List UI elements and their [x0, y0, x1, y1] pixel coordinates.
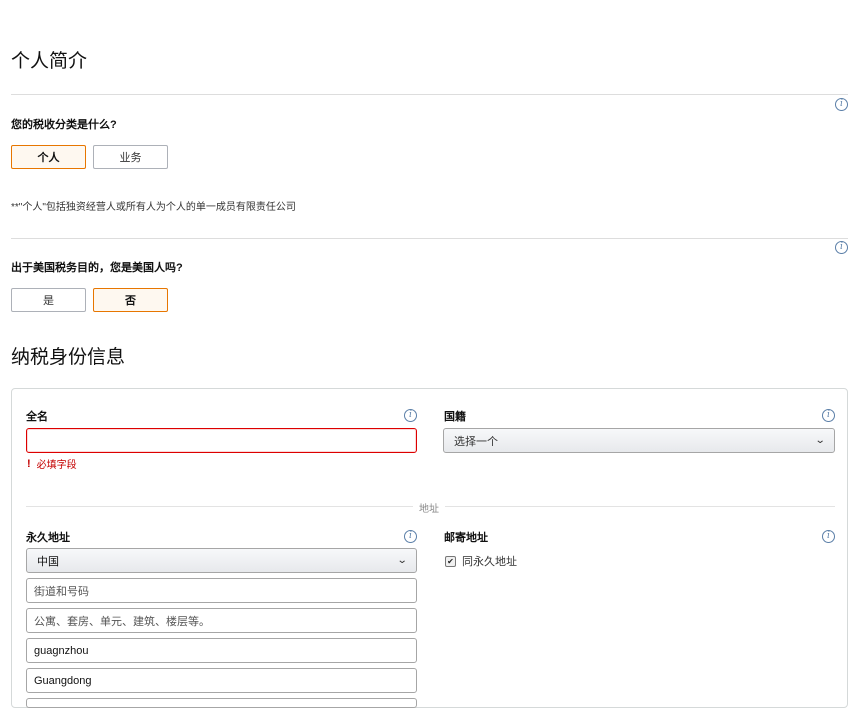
individual-note: **"个人"包括独资经营人或所有人为个人的单一成员有限责任公司: [11, 202, 296, 213]
full-name-label: 全名: [26, 411, 48, 423]
tax-identity-title: 纳税身份信息: [11, 347, 126, 368]
profile-title: 个人简介: [11, 51, 88, 72]
full-name-error-text: 必填字段: [36, 460, 77, 471]
address-line2-input[interactable]: 公寓、套房、单元、建筑、楼层等。: [26, 608, 417, 633]
info-icon[interactable]: i: [404, 409, 417, 422]
tax-classification-question: 您的税收分类是什么?: [11, 119, 117, 131]
nationality-selected-value: 选择一个: [454, 435, 498, 448]
postal-code-input[interactable]: [26, 698, 417, 708]
info-icon[interactable]: i: [835, 241, 848, 254]
chevron-down-icon: ⌄: [814, 435, 826, 446]
info-icon[interactable]: i: [835, 98, 848, 111]
checkbox-icon[interactable]: ✔: [445, 555, 456, 567]
address-divider-label: 地址: [413, 500, 445, 515]
chevron-down-icon: ⌄: [396, 555, 408, 566]
us-person-yes-button[interactable]: 是: [11, 288, 86, 312]
info-icon[interactable]: i: [822, 530, 835, 543]
us-person-no-button[interactable]: 否: [93, 288, 168, 312]
nationality-select[interactable]: 选择一个 ⌄: [443, 428, 835, 453]
tax-option-business-button[interactable]: 业务: [93, 145, 168, 169]
info-icon[interactable]: i: [822, 409, 835, 422]
section-divider: [11, 94, 848, 95]
permanent-address-label: 永久地址: [26, 532, 70, 544]
full-name-error: ! 必填字段: [27, 456, 77, 472]
same-as-permanent-option[interactable]: ✔ 同永久地址: [445, 553, 517, 569]
nationality-label: 国籍: [444, 411, 466, 423]
same-as-permanent-label: 同永久地址: [462, 556, 517, 568]
city-input[interactable]: guagnzhou: [26, 638, 417, 663]
province-input[interactable]: Guangdong: [26, 668, 417, 693]
exclamation-icon: !: [27, 457, 31, 470]
mailing-address-label: 邮寄地址: [444, 532, 488, 544]
permanent-country-select[interactable]: 中国 ⌄: [26, 548, 417, 573]
us-person-question: 出于美国税务目的，您是美国人吗?: [11, 262, 183, 274]
section-divider: [11, 238, 848, 239]
street-input[interactable]: 街道和号码: [26, 578, 417, 603]
permanent-country-value: 中国: [37, 555, 59, 568]
info-icon[interactable]: i: [404, 530, 417, 543]
tax-option-individual-button[interactable]: 个人: [11, 145, 86, 169]
full-name-input[interactable]: [26, 428, 417, 453]
